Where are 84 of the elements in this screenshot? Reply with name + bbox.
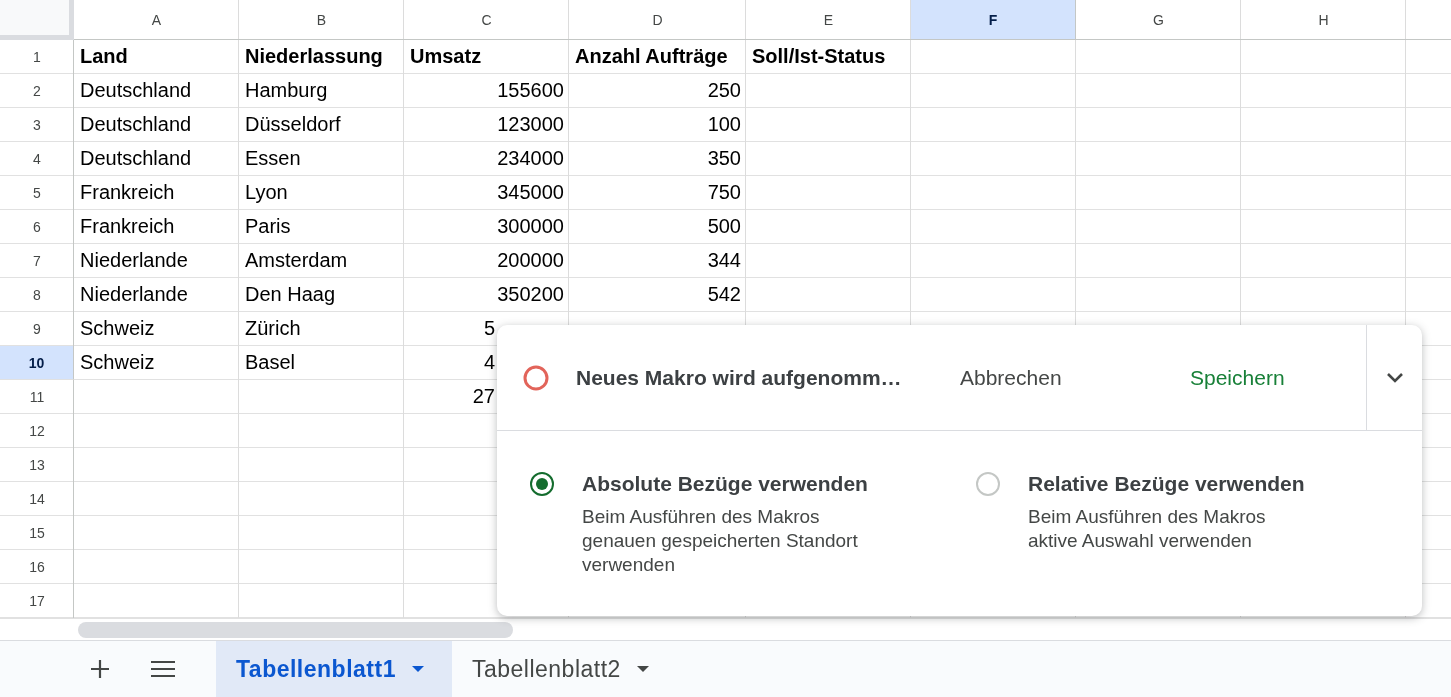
table-cell-text: Basel <box>244 350 297 375</box>
row-header[interactable]: 15 <box>0 516 74 550</box>
table-cell-text: Anzahl Aufträge <box>574 44 729 69</box>
table-cell-text: Frankreich <box>79 180 176 205</box>
row-header[interactable]: 17 <box>0 584 74 618</box>
row-header[interactable]: 10 <box>0 346 74 380</box>
column-header[interactable]: G <box>1076 0 1241 40</box>
table-cell-text: 250 <box>706 78 742 103</box>
row-header[interactable]: 14 <box>0 482 74 516</box>
row-header[interactable]: 11 <box>0 380 74 414</box>
radio-button[interactable] <box>530 472 554 496</box>
caret-icon <box>636 666 649 672</box>
row-header[interactable]: 3 <box>0 108 74 142</box>
column-header[interactable]: H <box>1241 0 1406 40</box>
table-cell-text: 123000 <box>496 112 565 137</box>
recording-ring-icon <box>523 364 549 391</box>
table-cell-text: Zürich <box>244 316 302 341</box>
table-cell-text: 750 <box>706 180 742 205</box>
plus-icon <box>90 659 110 679</box>
column-header[interactable]: B <box>239 0 404 40</box>
table-cell-text: Niederlande <box>79 282 189 307</box>
row-header[interactable]: 4 <box>0 142 74 176</box>
option-label: Absolute Bezüge verwenden <box>582 471 869 497</box>
table-cell-text: 350200 <box>496 282 565 307</box>
table-cell-text: Schweiz <box>79 316 156 341</box>
sheet-tab[interactable]: Tabellenblatt1 <box>216 641 452 697</box>
option-description: Beim Ausführen des Makros genauen gespeicherten Standort verwenden <box>582 505 859 577</box>
row-header[interactable]: 1 <box>0 40 74 74</box>
table-cell-text: 200000 <box>496 248 565 273</box>
table-cell-text: Land <box>79 44 129 69</box>
radio-button[interactable] <box>976 472 1000 496</box>
save-button[interactable]: Speichern <box>1172 353 1303 402</box>
table-cell-text: Niederlande <box>79 248 189 273</box>
table-cell-text: Schweiz <box>79 350 156 375</box>
column-header[interactable]: A <box>74 0 239 40</box>
table-cell-text: 234000 <box>496 146 565 171</box>
row-header[interactable]: 6 <box>0 210 74 244</box>
table-cell-text: 500 <box>706 214 742 239</box>
table-cell-text: Umsatz <box>409 44 483 69</box>
cancel-button[interactable]: Abbrechen <box>942 353 1102 402</box>
option-description: Beim Ausführen des Makros aktive Auswahl verwenden <box>1028 505 1267 553</box>
row-header[interactable]: 8 <box>0 278 74 312</box>
select-all-corner[interactable] <box>0 0 74 40</box>
table-cell-text: 542 <box>706 282 742 307</box>
table-cell-text: Den Haag <box>244 282 337 307</box>
table-cell-text: Paris <box>244 214 292 239</box>
table-cell-text: 344 <box>706 248 742 273</box>
row-header[interactable]: 16 <box>0 550 74 584</box>
table-cell-text: Amsterdam <box>244 248 349 273</box>
table-cell-text: Niederlassung <box>244 44 384 69</box>
scrollbar-thumb[interactable] <box>78 622 513 638</box>
table-cell-text: Essen <box>244 146 302 171</box>
sheet-tab[interactable]: Tabellenblatt2 <box>451 641 677 697</box>
table-cell-text: 300000 <box>496 214 565 239</box>
caret-icon <box>411 666 424 672</box>
table-cell-text: Soll/Ist-Status <box>751 44 887 69</box>
table-cell-text: Lyon <box>244 180 289 205</box>
menu-icon <box>151 661 175 677</box>
table-cell-text: Deutschland <box>79 112 193 137</box>
column-header[interactable]: F <box>911 0 1076 40</box>
column-header[interactable]: D <box>569 0 746 40</box>
row-header[interactable]: 7 <box>0 244 74 278</box>
column-header[interactable]: E <box>746 0 911 40</box>
option-label: Relative Bezüge verwenden <box>1028 471 1306 497</box>
recording-status-text: Neues Makro wird aufgenomm… <box>576 365 903 390</box>
row-header[interactable]: 9 <box>0 312 74 346</box>
row-header[interactable]: 12 <box>0 414 74 448</box>
table-cell-text: Deutschland <box>79 78 193 103</box>
table-cell-text: Düsseldorf <box>244 112 342 137</box>
chevron-icon <box>1385 372 1404 383</box>
row-header[interactable]: 5 <box>0 176 74 210</box>
table-cell-text: 4 <box>482 350 496 375</box>
table-cell-text: Hamburg <box>244 78 329 103</box>
table-cell-text: 350 <box>706 146 742 171</box>
row-header[interactable]: 2 <box>0 74 74 108</box>
table-cell-text: Frankreich <box>79 214 176 239</box>
table-cell-text: 155600 <box>496 78 565 103</box>
table-cell-text: 100 <box>706 112 742 137</box>
table-cell-text: 345000 <box>496 180 565 205</box>
row-header[interactable]: 13 <box>0 448 74 482</box>
table-cell-text: 27 <box>471 384 496 409</box>
table-cell-text: Deutschland <box>79 146 193 171</box>
table-cell-text: 5 <box>482 316 496 341</box>
column-header[interactable]: C <box>404 0 569 40</box>
